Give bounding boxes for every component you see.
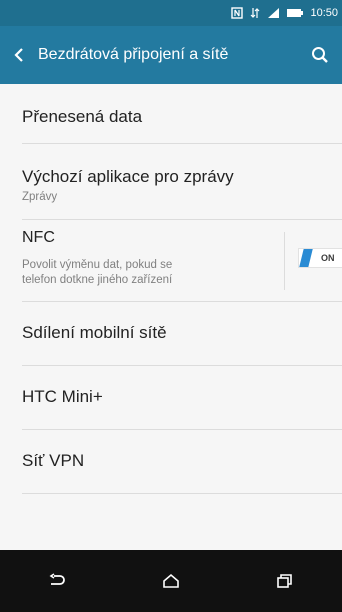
settings-item-label: NFC <box>22 229 55 246</box>
settings-item-label: Výchozí aplikace pro zprávy <box>22 167 234 186</box>
status-time: 10:50 <box>310 7 338 19</box>
settings-item-sublabel: Zprávy <box>22 191 58 203</box>
settings-list: Přenesená data Výchozí aplikace pro zprá… <box>0 84 342 550</box>
settings-item-nfc[interactable]: NFC Povolit výměnu dat, pokud se telefon… <box>22 220 342 302</box>
settings-item-htc-mini[interactable]: HTC Mini+ <box>22 366 342 430</box>
recent-apps-icon[interactable] <box>255 550 315 612</box>
nfc-icon <box>231 7 244 19</box>
settings-item-data-usage[interactable]: Přenesená data <box>22 84 342 144</box>
settings-item-vpn[interactable]: Síť VPN <box>22 430 342 494</box>
toggle-state-label: ON <box>321 253 335 263</box>
toggle-divider <box>284 232 285 290</box>
settings-item-label: Přenesená data <box>22 107 143 126</box>
back-icon[interactable] <box>27 550 87 612</box>
navigation-bar <box>0 550 342 612</box>
chevron-left-icon[interactable] <box>0 26 38 84</box>
search-icon[interactable] <box>298 26 342 84</box>
signal-icon <box>267 7 280 19</box>
data-arrows-icon <box>250 7 260 19</box>
settings-item-default-messaging[interactable]: Výchozí aplikace pro zprávy Zprávy <box>22 144 342 220</box>
home-icon[interactable] <box>141 550 201 612</box>
settings-item-label: Sdílení mobilní sítě <box>22 323 167 342</box>
settings-item-sublabel-line2: telefon dotkne jiného zařízení <box>22 274 173 286</box>
toggle-knob <box>299 249 313 267</box>
settings-item-sublabel-line1: Povolit výměnu dat, pokud se <box>22 259 173 271</box>
battery-icon <box>287 8 304 18</box>
page-title: Bezdrátová připojení a sítě <box>38 46 229 63</box>
app-bar: Bezdrátová připojení a sítě <box>0 26 342 84</box>
status-bar: 10:50 <box>0 0 342 26</box>
settings-item-label: HTC Mini+ <box>22 387 103 406</box>
settings-item-tethering[interactable]: Sdílení mobilní sítě <box>22 302 342 366</box>
nfc-toggle[interactable]: ON <box>298 248 342 268</box>
settings-item-label: Síť VPN <box>22 451 85 470</box>
